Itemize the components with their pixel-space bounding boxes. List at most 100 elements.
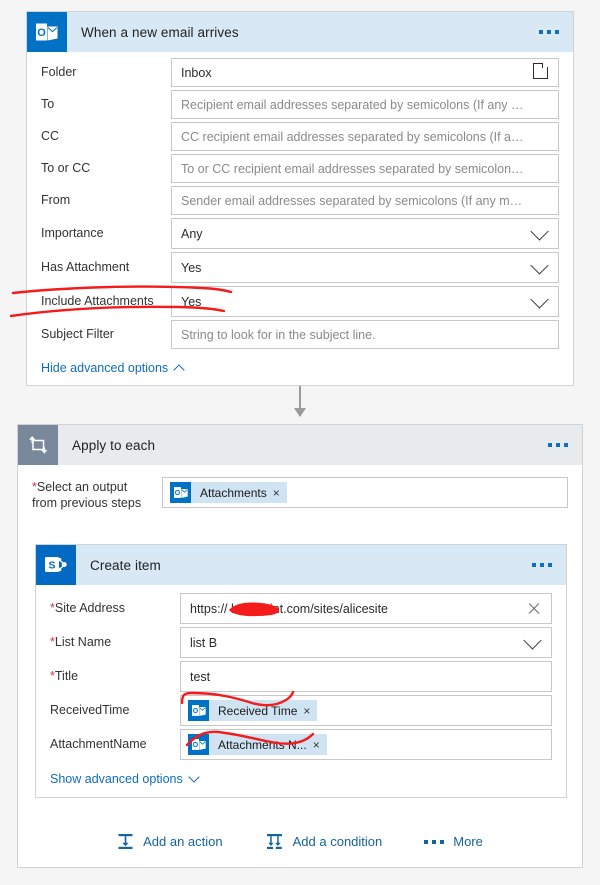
create-item-card: S Create item *Site Address https:// har…	[35, 544, 567, 798]
add-condition-icon	[266, 834, 282, 849]
field-label-folder: Folder	[41, 64, 77, 79]
title-input[interactable]: test	[180, 661, 552, 692]
outlook-icon: O	[27, 12, 67, 52]
include-attachments-dropdown[interactable]: Yes	[171, 286, 559, 317]
importance-dropdown[interactable]: Any	[171, 218, 559, 249]
more-button[interactable]: More	[424, 834, 483, 849]
trigger-form: Folder Inbox To Recipient email addresse…	[27, 52, 573, 383]
field-label-cc: CC	[41, 128, 60, 143]
add-an-action-button[interactable]: Add an action	[117, 833, 223, 850]
hide-advanced-options-link[interactable]: Hide advanced options	[41, 352, 185, 379]
field-label-subject-filter: Subject Filter	[41, 326, 114, 341]
title-value: test	[190, 669, 211, 684]
add-action-icon	[118, 834, 133, 849]
svg-text:O: O	[192, 708, 198, 715]
site-address-input[interactable]: https:// harepoint.com/sites/alicesite	[180, 593, 552, 624]
loop-action-bar: Add an action Add a condition More	[18, 833, 582, 850]
to-or-cc-input[interactable]: To or CC recipient email addresses separ…	[171, 154, 559, 183]
field-row-list-name: *List Name list B	[50, 627, 552, 658]
select-output-line2: from previous steps	[32, 495, 142, 510]
field-label-attachment-name: AttachmentName	[50, 736, 147, 751]
svg-text:S: S	[48, 560, 55, 572]
folder-icon[interactable]	[532, 62, 548, 79]
field-row-title: *Title test	[50, 661, 552, 692]
create-item-form: *Site Address https:// harepoint.com/sit…	[36, 585, 566, 790]
field-label-select-output: *Select an output from previous steps	[32, 477, 162, 511]
chevron-down-icon	[530, 289, 549, 309]
field-row-to-or-cc: To or CC To or CC recipient email addres…	[41, 154, 559, 183]
hide-advanced-options-label: Hide advanced options	[41, 361, 169, 375]
show-advanced-options-label: Show advanced options	[50, 772, 183, 786]
field-row-importance: Importance Any	[41, 218, 559, 249]
received-time-input[interactable]: O Received Time ×	[180, 695, 552, 726]
trigger-card: O When a new email arrives Folder Inbox	[26, 11, 574, 386]
token-attachments[interactable]: O Attachments ×	[170, 482, 287, 503]
trigger-more-options-button[interactable]	[539, 30, 559, 34]
importance-value: Any	[181, 226, 203, 241]
field-row-to: To Recipient email addresses separated b…	[41, 90, 559, 119]
loop-icon	[18, 425, 58, 465]
field-label-from: From	[41, 192, 71, 207]
svg-text:O: O	[192, 742, 198, 749]
token-label: Attachments N...	[218, 737, 307, 752]
chevron-down-icon	[530, 255, 549, 275]
has-attachment-value: Yes	[181, 260, 202, 275]
site-address-value: https:// harepoint.com/sites/alicesite	[190, 601, 389, 616]
chevron-down-icon	[188, 771, 200, 783]
create-item-more-options-button[interactable]	[532, 563, 552, 567]
title-label: Title	[54, 668, 79, 683]
token-remove-icon[interactable]: ×	[273, 487, 280, 499]
token-remove-icon[interactable]: ×	[313, 739, 320, 751]
add-a-condition-button[interactable]: Add a condition	[265, 833, 383, 850]
list-name-label: List Name	[54, 634, 112, 649]
cc-input[interactable]: CC recipient email addresses separated b…	[171, 122, 559, 151]
chevron-up-icon	[173, 364, 185, 376]
apply-to-each-form: *Select an output from previous steps O	[18, 465, 582, 511]
token-received-time[interactable]: O Received Time ×	[188, 700, 318, 721]
field-row-folder: Folder Inbox	[41, 58, 559, 87]
svg-text:O: O	[37, 27, 46, 39]
subject-filter-input[interactable]: String to look for in the subject line.	[171, 320, 559, 349]
field-row-has-attachment: Has Attachment Yes	[41, 252, 559, 283]
token-label: Received Time	[218, 703, 298, 718]
list-name-value: list B	[190, 635, 218, 650]
trigger-card-header[interactable]: O When a new email arrives	[27, 12, 573, 52]
chevron-down-icon	[523, 630, 542, 650]
field-row-attachment-name: AttachmentName O Attachments N... ×	[50, 729, 552, 760]
folder-value: Inbox	[181, 65, 212, 80]
has-attachment-dropdown[interactable]: Yes	[171, 252, 559, 283]
select-output-line1: Select an output	[36, 480, 128, 494]
from-input[interactable]: Sender email addresses separated by semi…	[171, 186, 559, 215]
field-label-list-name: *List Name	[50, 635, 180, 651]
field-row-from: From Sender email addresses separated by…	[41, 186, 559, 215]
field-row-subject-filter: Subject Filter String to look for in the…	[41, 320, 559, 349]
field-row-received-time: ReceivedTime O Received Time ×	[50, 695, 552, 726]
token-attachments-name[interactable]: O Attachments N... ×	[188, 734, 327, 755]
flow-connector-arrow	[294, 386, 306, 417]
field-label-has-attachment: Has Attachment	[41, 259, 130, 274]
list-name-dropdown[interactable]: list B	[180, 627, 552, 658]
create-item-header[interactable]: S Create item	[36, 545, 566, 585]
attachment-name-input[interactable]: O Attachments N... ×	[180, 729, 552, 760]
include-attachments-value: Yes	[181, 294, 202, 309]
add-an-action-label: Add an action	[143, 834, 223, 849]
to-input[interactable]: Recipient email addresses separated by s…	[171, 90, 559, 119]
field-label-importance: Importance	[41, 225, 104, 240]
add-a-condition-label: Add a condition	[292, 834, 383, 849]
apply-to-each-header[interactable]: Apply to each	[18, 425, 582, 465]
clear-icon[interactable]	[527, 602, 541, 616]
trigger-title: When a new email arrives	[81, 24, 239, 40]
create-item-title: Create item	[90, 557, 161, 573]
to-placeholder: Recipient email addresses separated by s…	[181, 97, 528, 112]
folder-input[interactable]: Inbox	[171, 58, 559, 87]
select-output-input[interactable]: O Attachments ×	[162, 477, 568, 508]
token-label: Attachments	[200, 485, 267, 500]
more-label: More	[453, 834, 483, 849]
apply-to-each-more-options-button[interactable]	[548, 443, 568, 447]
show-advanced-options-link[interactable]: Show advanced options	[50, 763, 200, 790]
field-label-title: *Title	[50, 669, 180, 685]
site-address-label: Site Address	[54, 600, 126, 615]
token-remove-icon[interactable]: ×	[303, 705, 310, 717]
field-label-site-address: *Site Address	[50, 601, 180, 617]
sharepoint-icon: S	[36, 545, 76, 585]
